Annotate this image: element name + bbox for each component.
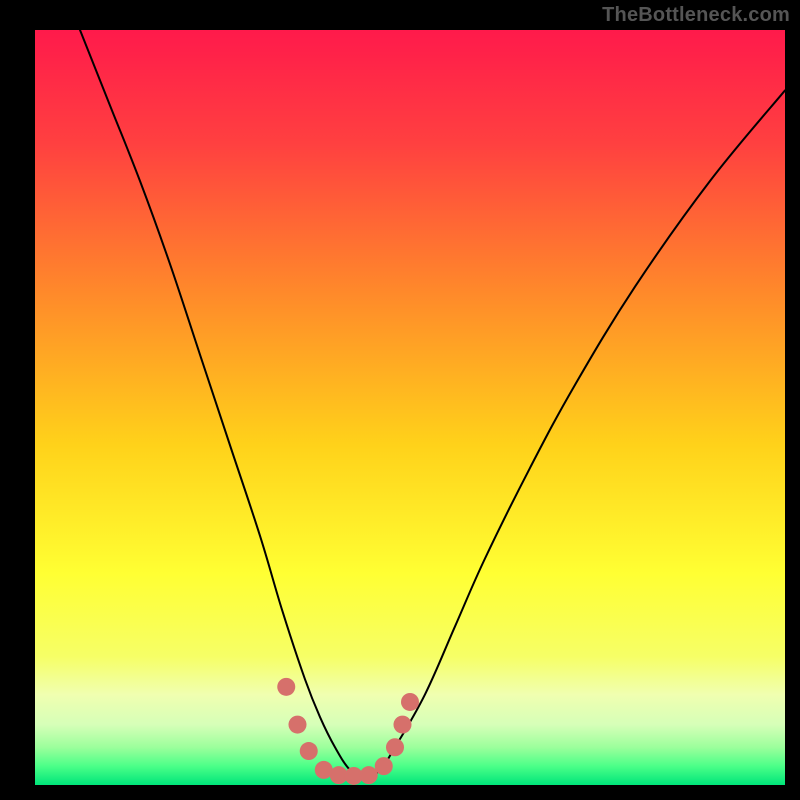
gradient-background xyxy=(35,30,785,785)
highlight-dot xyxy=(289,716,307,734)
highlight-dot xyxy=(401,693,419,711)
bottleneck-plot xyxy=(0,0,800,800)
highlight-dot xyxy=(394,716,412,734)
highlight-dot xyxy=(375,757,393,775)
chart-stage: TheBottleneck.com xyxy=(0,0,800,800)
highlight-dot xyxy=(300,742,318,760)
highlight-dot xyxy=(360,766,378,784)
highlight-dot xyxy=(386,738,404,756)
watermark-text: TheBottleneck.com xyxy=(602,4,790,27)
highlight-dot xyxy=(277,678,295,696)
